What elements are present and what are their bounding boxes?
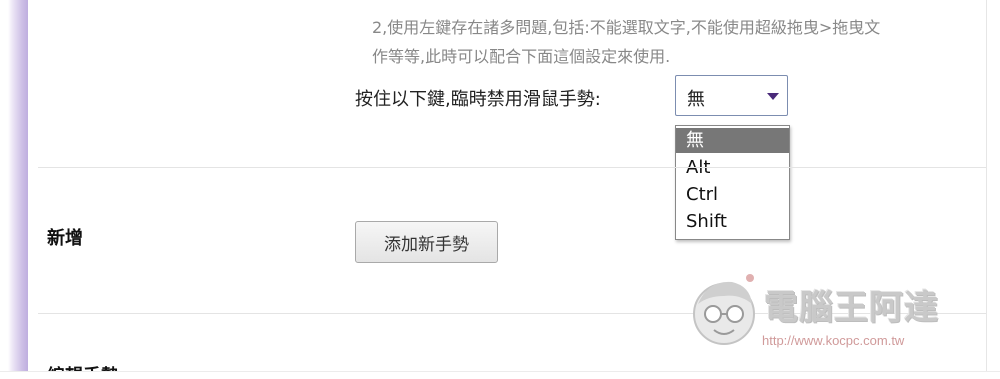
mascot-icon: [693, 274, 755, 345]
bottom-border: [0, 371, 1000, 379]
select-current-value: 無: [687, 89, 705, 110]
dropdown-option-ctrl[interactable]: Ctrl: [676, 182, 789, 207]
dropdown-option-shift[interactable]: Shift: [676, 209, 789, 234]
watermark: 電腦王阿達 http://www.kocpc.com.tw: [688, 268, 978, 360]
description-line-1: 2,使用左鍵存在諸多問題,包括:不能選取文字,不能使用超級拖曳>拖曳文: [372, 18, 881, 37]
settings-page: 2,使用左鍵存在諸多問題,包括:不能選取文字,不能使用超級拖曳>拖曳文 作等等,…: [0, 0, 1000, 379]
add-section-title: 新增: [47, 228, 83, 249]
description-line-2: 作等等,此時可以配合下面這個設定來使用.: [372, 47, 671, 66]
right-border: [986, 0, 1000, 379]
section-divider: [38, 167, 986, 168]
disable-gesture-label: 按住以下鍵,臨時禁用滑鼠手勢:: [355, 89, 601, 110]
left-accent-bar: [0, 0, 28, 379]
add-new-gesture-button[interactable]: 添加新手勢: [355, 221, 498, 263]
watermark-title: 電腦王阿達: [764, 288, 939, 328]
dropdown-option-none[interactable]: 無: [676, 128, 789, 153]
disable-gesture-dropdown: 無 Alt Ctrl Shift: [675, 125, 790, 240]
chevron-down-icon: [767, 93, 779, 100]
watermark-url: http://www.kocpc.com.tw: [762, 333, 905, 348]
disable-gesture-select[interactable]: 無: [675, 75, 788, 116]
